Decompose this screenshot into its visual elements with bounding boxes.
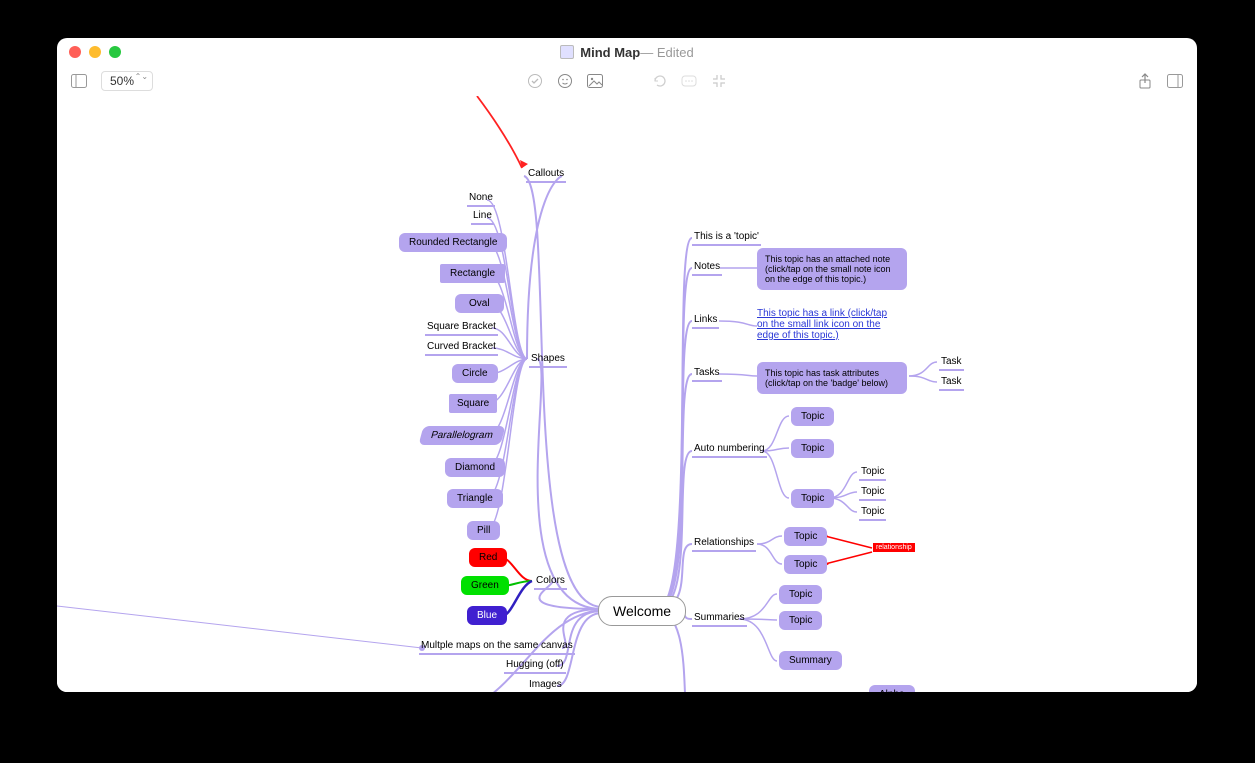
color-red[interactable]: Red (469, 548, 507, 567)
topic-colors[interactable]: Colors (534, 575, 567, 590)
shape-none[interactable]: None (467, 192, 495, 207)
tasks-detail[interactable]: This topic has task attributes (click/ta… (757, 362, 907, 394)
topic-hugging[interactable]: Hugging (off) (504, 659, 566, 674)
topic-multimaps[interactable]: Multple maps on the same canvas (419, 640, 575, 655)
shape-parallelogram[interactable]: Parallelogram (418, 426, 505, 445)
sum-topic-2[interactable]: Topic (779, 611, 822, 630)
sum-summary[interactable]: Summary (779, 651, 842, 670)
emoji-icon[interactable] (557, 73, 573, 89)
notes-detail[interactable]: This topic has an attached note (click/t… (757, 248, 907, 290)
document-title: Mind Map (580, 45, 640, 60)
shape-diamond[interactable]: Diamond (445, 458, 505, 477)
inspector-toggle-icon[interactable] (1167, 73, 1183, 89)
topic-relationships[interactable]: Relationships (692, 537, 756, 552)
shape-triangle[interactable]: Triangle (447, 489, 503, 508)
topic-shapes[interactable]: Shapes (529, 353, 567, 368)
shape-squarebracket[interactable]: Square Bracket (425, 321, 498, 336)
shape-rectangle[interactable]: Rectangle (440, 264, 505, 283)
auto-topic-3[interactable]: Topic (791, 489, 834, 508)
edited-indicator: — Edited (640, 45, 693, 60)
zoom-value: 50% (110, 74, 134, 88)
topic-notes[interactable]: Notes (692, 261, 722, 276)
auto-sub-2[interactable]: Topic (859, 486, 886, 501)
shape-square[interactable]: Square (449, 394, 497, 413)
auto-topic-2[interactable]: Topic (791, 439, 834, 458)
shape-circle[interactable]: Circle (452, 364, 498, 383)
shape-pill[interactable]: Pill (467, 521, 500, 540)
topic-links[interactable]: Links (692, 314, 719, 329)
shape-line[interactable]: Line (471, 210, 494, 225)
topic-callouts[interactable]: Callouts (526, 168, 566, 183)
shape-oval[interactable]: Oval (455, 294, 504, 313)
central-topic[interactable]: Welcome (598, 596, 686, 626)
message-icon[interactable] (681, 73, 697, 89)
collapse-icon[interactable] (711, 73, 727, 89)
task-child-2[interactable]: Task (939, 376, 964, 391)
minimize-button[interactable] (89, 46, 101, 58)
rel-topic-1[interactable]: Topic (784, 527, 827, 546)
document-icon (560, 45, 574, 59)
topic-summaries[interactable]: Summaries (692, 612, 747, 627)
color-blue[interactable]: Blue (467, 606, 507, 625)
undo-icon[interactable] (651, 73, 667, 89)
links-detail[interactable]: This topic has a link (click/tap on the … (757, 308, 897, 341)
shape-roundedrect[interactable]: Rounded Rectangle (399, 233, 507, 252)
app-window: Mind Map — Edited 50% (57, 38, 1197, 692)
topic-autonumbering[interactable]: Auto numbering (692, 443, 767, 458)
maximize-button[interactable] (109, 46, 121, 58)
rel-topic-2[interactable]: Topic (784, 555, 827, 574)
auto-sub-3[interactable]: Topic (859, 506, 886, 521)
sum-topic-1[interactable]: Topic (779, 585, 822, 604)
sidebar-toggle-icon[interactable] (71, 73, 87, 89)
color-green[interactable]: Green (461, 576, 509, 595)
close-button[interactable] (69, 46, 81, 58)
toolbar: 50% (57, 66, 1197, 96)
topic-thisatopic[interactable]: This is a 'topic' (692, 231, 761, 246)
check-icon[interactable] (527, 73, 543, 89)
auto-topic-1[interactable]: Topic (791, 407, 834, 426)
relationship-label[interactable]: relationship (873, 543, 915, 552)
auto-sub-1[interactable]: Topic (859, 466, 886, 481)
topic-tasks[interactable]: Tasks (692, 367, 722, 382)
zoom-select[interactable]: 50% (101, 71, 153, 91)
image-icon[interactable] (587, 73, 603, 89)
window-controls (69, 46, 121, 58)
shape-curvedbracket[interactable]: Curved Bracket (425, 341, 498, 356)
share-icon[interactable] (1137, 73, 1153, 89)
titlebar: Mind Map — Edited (57, 38, 1197, 66)
mindmap-canvas[interactable]: Welcome Callouts Shapes None Line Rounde… (57, 96, 1197, 692)
sort-alpha[interactable]: Alpha (869, 685, 915, 692)
task-child-1[interactable]: Task (939, 356, 964, 371)
topic-images[interactable]: Images (527, 679, 564, 692)
